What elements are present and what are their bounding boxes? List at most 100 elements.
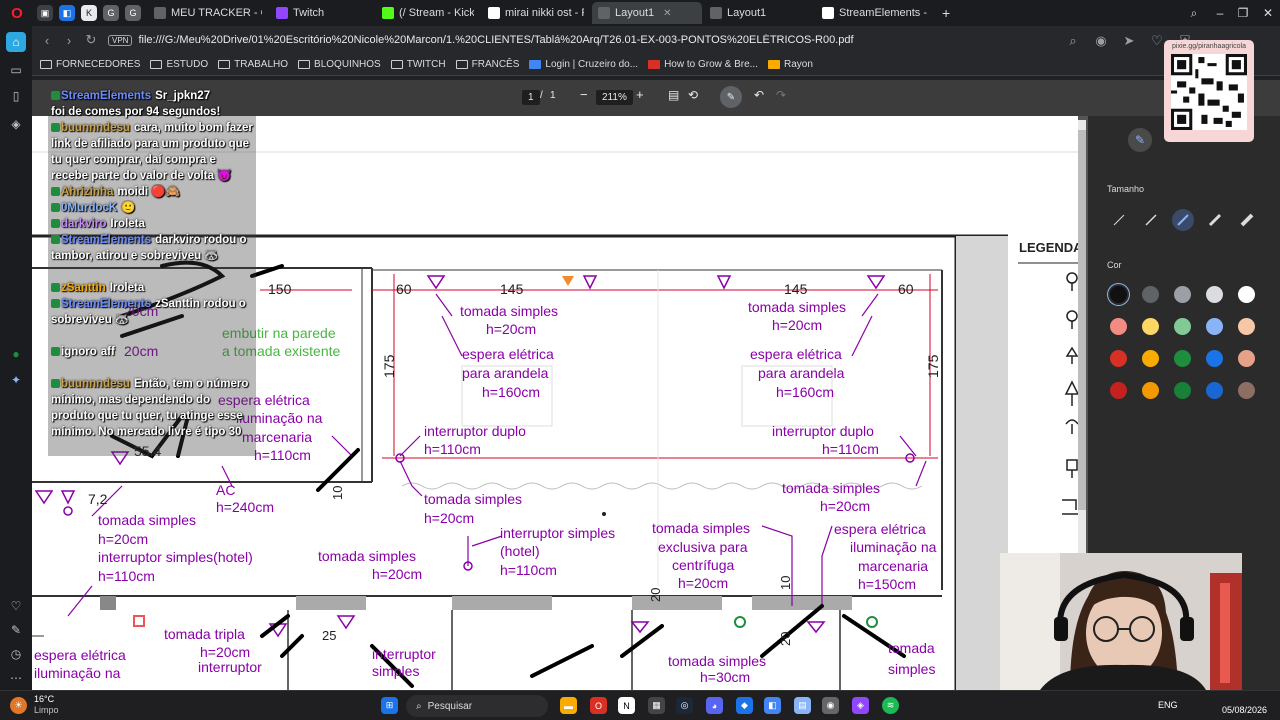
tab-0[interactable]: MEU TRACKER - Guides b — [148, 2, 268, 24]
chat-username[interactable]: zSanttin — [61, 282, 106, 294]
color-swatch[interactable] — [1142, 350, 1159, 367]
fit-page-icon[interactable]: ▤ — [668, 88, 679, 102]
color-swatch[interactable] — [1206, 350, 1223, 367]
discover-icon[interactable]: ◈ — [6, 114, 26, 134]
undo-icon[interactable]: ↶ — [754, 88, 764, 102]
reload-icon[interactable]: ↻ — [80, 29, 102, 51]
color-swatch[interactable] — [1110, 350, 1127, 367]
size-option-1[interactable] — [1108, 209, 1130, 231]
color-swatch[interactable] — [1174, 382, 1191, 399]
language-indicator[interactable]: ENG — [1158, 700, 1178, 710]
chat-username[interactable]: StreamElements — [61, 298, 151, 310]
bookmark-item[interactable]: FRANCÊS — [455, 59, 519, 70]
tab-4[interactable]: Layout1 ✕ — [592, 2, 702, 24]
search-tabs-icon[interactable]: ⌕ — [1182, 0, 1206, 26]
chat-username[interactable]: buunnndesu — [61, 378, 130, 390]
document-icon[interactable]: ▤ — [794, 697, 811, 714]
color-swatch[interactable] — [1142, 382, 1159, 399]
heart-icon[interactable]: ♡ — [6, 596, 26, 616]
size-option-3[interactable] — [1172, 209, 1194, 231]
color-swatch[interactable] — [1110, 286, 1127, 303]
color-swatch[interactable] — [1174, 350, 1191, 367]
app-icon[interactable]: ◆ — [736, 697, 753, 714]
file-explorer-icon[interactable]: ▬ — [560, 697, 577, 714]
zoom-in-button[interactable]: + — [636, 87, 644, 102]
chat-username[interactable]: buunnndesu — [61, 122, 130, 134]
chat-username[interactable]: darkviro — [61, 218, 106, 230]
bookmark-item[interactable]: TWITCH — [390, 59, 446, 70]
vscode-icon[interactable]: ◧ — [764, 697, 781, 714]
annotate-icon[interactable]: ✎ — [720, 86, 742, 108]
edit-icon[interactable]: ✎ — [6, 620, 26, 640]
zoom-level[interactable]: 211% — [596, 90, 633, 105]
color-swatch[interactable] — [1110, 318, 1127, 335]
vpn-badge[interactable]: VPN — [108, 34, 133, 46]
size-option-2[interactable] — [1140, 209, 1162, 231]
pinned-tab-icon[interactable]: ▣ — [37, 5, 53, 21]
color-swatch[interactable] — [1142, 318, 1159, 335]
bookmark-item[interactable]: Login | Cruzeiro do... — [529, 59, 638, 70]
maximize-icon[interactable]: ❐ — [1231, 0, 1255, 26]
obs-icon[interactable]: ◉ — [822, 697, 839, 714]
color-swatch[interactable] — [1238, 318, 1255, 335]
rotate-icon[interactable]: ⟲ — [688, 88, 698, 102]
color-swatch[interactable] — [1142, 286, 1159, 303]
color-swatch[interactable] — [1238, 286, 1255, 303]
back-icon[interactable]: ‹ — [36, 29, 58, 51]
close-tab-icon[interactable]: ✕ — [663, 8, 671, 19]
opera-taskbar-icon[interactable]: O — [590, 697, 607, 714]
close-window-icon[interactable]: ✕ — [1256, 0, 1280, 26]
chat-username[interactable]: 0MurdocK — [61, 202, 117, 214]
home-icon[interactable]: ⌂ — [6, 32, 26, 52]
chat-username[interactable]: Ahrizinha — [61, 186, 113, 198]
opera-menu-icon[interactable]: O — [0, 0, 34, 26]
discord-icon[interactable]: ◕ — [706, 697, 723, 714]
minimize-icon[interactable]: – — [1208, 0, 1232, 26]
color-swatch[interactable] — [1238, 382, 1255, 399]
tab-5[interactable]: Layout1 — [704, 2, 814, 24]
color-swatch[interactable] — [1110, 382, 1127, 399]
color-swatch[interactable] — [1206, 318, 1223, 335]
chat-username[interactable]: StreamElements — [61, 234, 151, 246]
bookmark-item[interactable]: TRABALHO — [218, 59, 288, 70]
color-swatch[interactable] — [1206, 286, 1223, 303]
date-display[interactable]: 05/08/2026 — [1222, 705, 1267, 715]
calendar-icon[interactable]: ▦ — [648, 697, 665, 714]
color-swatch[interactable] — [1238, 350, 1255, 367]
chat-username[interactable]: ignoro — [61, 346, 97, 358]
tab-2[interactable]: (/ Stream - Kick Dashbo — [376, 2, 480, 24]
color-swatch[interactable] — [1174, 318, 1191, 335]
camera-icon[interactable]: ◉ — [1090, 30, 1112, 52]
search-icon[interactable]: ⌕ — [1062, 30, 1084, 52]
notion-icon[interactable]: N — [618, 697, 635, 714]
new-tab-button[interactable]: + — [942, 5, 950, 21]
bookmarks-icon[interactable]: ▯ — [6, 86, 26, 106]
tab-6[interactable]: StreamElements - Chat co — [816, 2, 936, 24]
page-number-input[interactable]: 1 — [522, 90, 540, 105]
more-icon[interactable]: ⋯ — [6, 668, 26, 688]
bookmark-item[interactable]: FORNECEDORES — [40, 59, 140, 70]
spotify-icon[interactable]: ≋ — [882, 697, 899, 714]
redo-icon[interactable]: ↷ — [776, 88, 786, 102]
color-swatch[interactable] — [1206, 382, 1223, 399]
bookmark-item[interactable]: Rayon — [767, 59, 813, 70]
twitch-app-icon[interactable]: ◈ — [852, 697, 869, 714]
color-swatch[interactable] — [1174, 286, 1191, 303]
url-field[interactable]: file:///G:/Meu%20Drive/01%20Escritório%2… — [138, 34, 1038, 46]
weather-icon[interactable]: ☀ — [10, 697, 27, 714]
forward-icon[interactable]: › — [58, 29, 80, 51]
chat-username[interactable]: StreamElements — [61, 90, 151, 102]
send-icon[interactable]: ➤ — [1118, 30, 1140, 52]
bookmark-item[interactable]: ESTUDO — [150, 59, 208, 70]
pinned-tab-icon[interactable]: G — [125, 5, 141, 21]
taskbar-search[interactable]: ⌕ Pesquisar — [406, 695, 548, 717]
size-option-4[interactable] — [1204, 209, 1226, 231]
tab-3[interactable]: mirai nikki ost - Pesquisa — [482, 2, 590, 24]
pinned-tab-icon[interactable]: ◧ — [59, 5, 75, 21]
aria-icon[interactable]: ✦ — [6, 370, 26, 390]
pen-tool-icon[interactable]: ✎ — [1128, 128, 1152, 152]
tab-1[interactable]: Twitch — [270, 2, 374, 24]
history-icon[interactable]: ◷ — [6, 644, 26, 664]
workspace-icon[interactable]: ▭ — [6, 60, 26, 80]
size-option-5[interactable] — [1236, 209, 1258, 231]
